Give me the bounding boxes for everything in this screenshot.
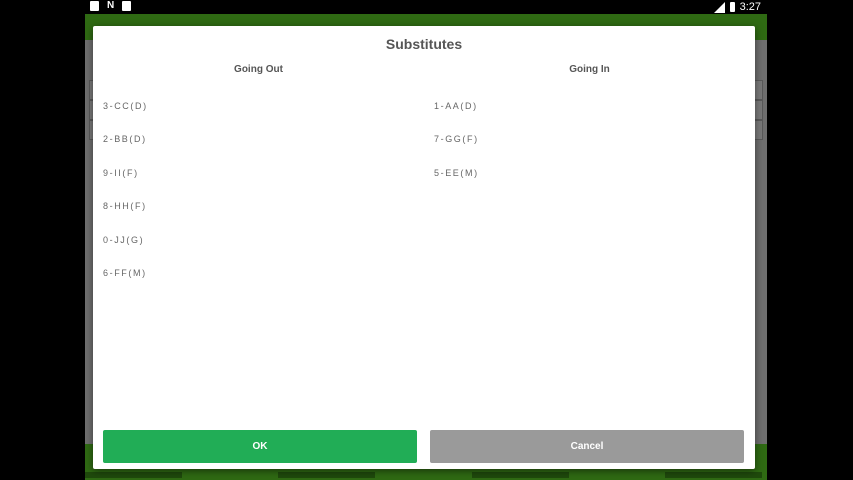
device-screen: N 3:27 Substitutes Going Out Going In 3-… [85,0,767,480]
going-in-player[interactable]: 1-AA(D) [434,100,479,133]
going-out-player[interactable]: 2-BB(D) [103,133,148,166]
going-out-list: 3-CC(D) 2-BB(D) 9-II(F) 8-HH(F) 0-JJ(G) … [103,100,148,300]
going-out-header: Going Out [234,64,283,75]
system-icons: 3:27 [713,1,761,13]
bottom-tab [472,472,569,478]
battery-icon [729,2,735,12]
going-in-player[interactable]: 5-EE(M) [434,167,479,200]
notification-icons: N [90,0,132,11]
ok-button[interactable]: OK [103,430,417,463]
status-clock: 3:27 [739,1,761,13]
going-out-player[interactable]: 3-CC(D) [103,100,148,133]
signal-icon [713,1,725,13]
going-out-player[interactable]: 6-FF(M) [103,267,148,300]
going-out-player[interactable]: 8-HH(F) [103,200,148,233]
sd-card-icon [90,1,99,11]
download-icon [122,1,132,11]
dialog-title: Substitutes [385,36,463,52]
going-in-player[interactable]: 7-GG(F) [434,133,479,166]
nfc-icon: N [107,0,115,11]
bottom-tab [85,472,182,478]
cancel-button[interactable]: Cancel [430,430,744,463]
status-bar: N 3:27 [85,0,767,14]
bottom-tab [278,472,375,478]
substitutes-dialog: Substitutes Going Out Going In 3-CC(D) 2… [93,26,755,469]
going-out-player[interactable]: 0-JJ(G) [103,234,148,267]
going-in-list: 1-AA(D) 7-GG(F) 5-EE(M) [434,100,479,200]
going-in-header: Going In [569,64,610,75]
going-out-player[interactable]: 9-II(F) [103,167,148,200]
bottom-tab [665,472,762,478]
